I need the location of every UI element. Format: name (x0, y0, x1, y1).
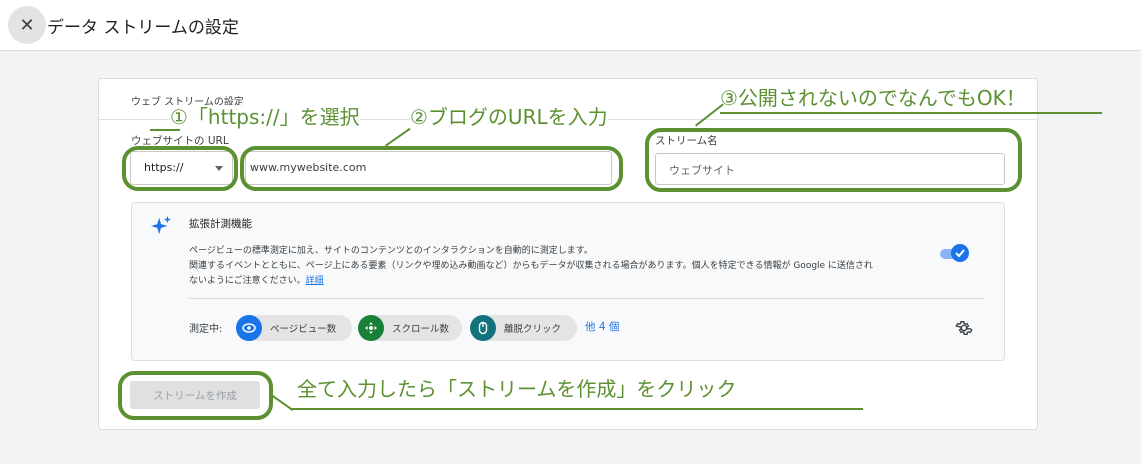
stream-name-input[interactable]: ウェブサイト (655, 153, 1005, 185)
annotation-step2: ②ブログのURLを入力 (410, 105, 608, 129)
url-input[interactable]: www.mywebsite.com (245, 151, 612, 185)
measuring-label: 測定中: (189, 324, 223, 335)
url-label: ウェブサイトの URL (131, 135, 229, 147)
eye-icon (236, 315, 262, 341)
gear-icon[interactable] (955, 319, 973, 337)
enhanced-description: ページビューの標準測定に加え、サイトのコンテンツとのインタラクションを自動的に測… (189, 244, 949, 289)
page-title: データ ストリームの設定 (47, 18, 239, 38)
annotation-step4: 全て入力したら「ストリームを作成」をクリック (297, 377, 737, 401)
chip-outbound-clicks[interactable]: 離脱クリック (470, 315, 577, 341)
close-icon[interactable]: ✕ (8, 6, 46, 44)
enhanced-title: 拡張計測機能 (189, 218, 252, 230)
create-stream-button[interactable]: ストリームを作成 (130, 381, 260, 409)
stream-name-label: ストリーム名 (655, 135, 718, 147)
chip-label: スクロール数 (392, 324, 450, 335)
mouse-icon (470, 315, 496, 341)
chip-label: 離脱クリック (504, 324, 562, 335)
divider (189, 298, 984, 299)
annotation-line (720, 112, 1102, 114)
desc-line-1: ページビューの標準測定に加え、サイトのコンテンツとのインタラクションを自動的に測… (189, 246, 593, 256)
protocol-value: https:// (144, 161, 184, 174)
chip-label: ページビュー数 (270, 324, 337, 335)
desc-line-3: ないようにご注意ください。 (189, 276, 306, 286)
scroll-icon (358, 315, 384, 341)
top-bar: ✕ データ ストリームの設定 (0, 0, 1141, 51)
more-events-link[interactable]: 他 4 個 (585, 319, 619, 334)
annotation-line (290, 408, 863, 410)
check-icon[interactable] (951, 244, 969, 262)
chevron-down-icon (215, 166, 223, 171)
chip-scrolls[interactable]: スクロール数 (358, 315, 462, 341)
chip-page-views[interactable]: ページビュー数 (236, 315, 352, 341)
annotation-line (150, 129, 180, 131)
annotation-step1: ①「https://」を選択 (170, 105, 360, 129)
sparkle-icon (150, 215, 172, 235)
learn-more-link[interactable]: 詳細 (306, 276, 324, 286)
desc-line-2: 関連するイベントとともに、ページ上にある要素（リンクや埋め込み動画など）からもデ… (189, 261, 873, 271)
annotation-step3: ③公開されないのでなんでもOK！ (720, 86, 1026, 110)
